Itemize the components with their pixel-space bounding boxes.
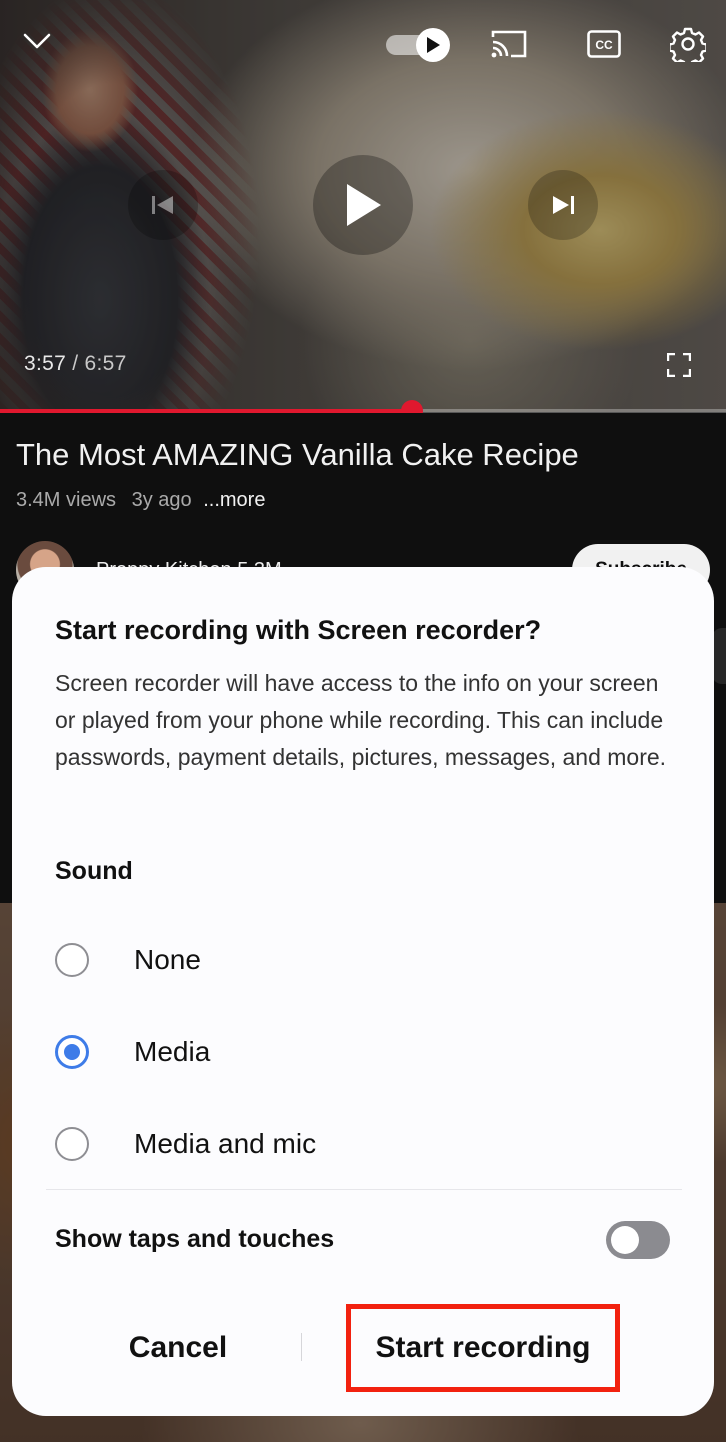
cancel-button[interactable]: Cancel (72, 1315, 284, 1381)
divider (46, 1189, 682, 1190)
chevron-down-icon[interactable] (18, 22, 56, 60)
toggle-knob (611, 1226, 639, 1254)
button-separator (301, 1333, 302, 1361)
action-chip-edge[interactable] (712, 628, 726, 684)
sound-option-label: Media (134, 1036, 211, 1067)
view-count: 3.4M views (16, 489, 117, 511)
video-meta: 3.4M views 3y ago ...more (16, 489, 265, 512)
show-taps-toggle[interactable] (606, 1221, 670, 1259)
sound-option-media-and-mic[interactable]: Media and mic (38, 1104, 678, 1184)
video-title: The Most AMAZING Vanilla Cake Recipe (16, 437, 579, 472)
svg-text:CC: CC (595, 38, 613, 52)
upload-age: 3y ago (131, 489, 192, 511)
sound-option-none[interactable]: None (38, 920, 678, 1000)
radio-media-and-mic[interactable] (55, 1127, 89, 1161)
more-link[interactable]: ...more (203, 489, 265, 511)
sound-section-label: Sound (55, 857, 133, 885)
previous-icon[interactable] (128, 170, 198, 240)
play-icon[interactable] (313, 155, 413, 255)
sound-option-label: Media and mic (134, 1128, 317, 1159)
dialog-title: Start recording with Screen recorder? (55, 615, 542, 645)
closed-captions-icon[interactable]: CC (584, 26, 624, 62)
cast-icon[interactable] (488, 26, 530, 62)
autoplay-toggle[interactable] (386, 28, 452, 62)
current-time: 3:57 (24, 352, 67, 375)
dialog-body: Screen recorder will have access to the … (55, 670, 667, 770)
video-player[interactable]: CC 3:57 / 6:57 (0, 0, 726, 412)
settings-gear-icon[interactable] (668, 24, 708, 64)
autoplay-play-icon (416, 28, 450, 62)
radio-none[interactable] (55, 943, 89, 977)
sound-option-media[interactable]: Media (38, 1012, 678, 1092)
radio-media[interactable] (55, 1035, 89, 1069)
fullscreen-icon[interactable] (662, 348, 696, 382)
screen-recorder-dialog: Start recording with Screen recorder? Sc… (12, 567, 714, 1416)
playback-time: 3:57 / 6:57 (24, 352, 127, 376)
start-recording-button[interactable]: Start recording (346, 1304, 620, 1392)
video-duration: 6:57 (84, 352, 127, 375)
time-separator: / (66, 352, 85, 375)
next-icon[interactable] (528, 170, 598, 240)
show-taps-label: Show taps and touches (55, 1225, 335, 1253)
sound-option-label: None (134, 944, 201, 975)
